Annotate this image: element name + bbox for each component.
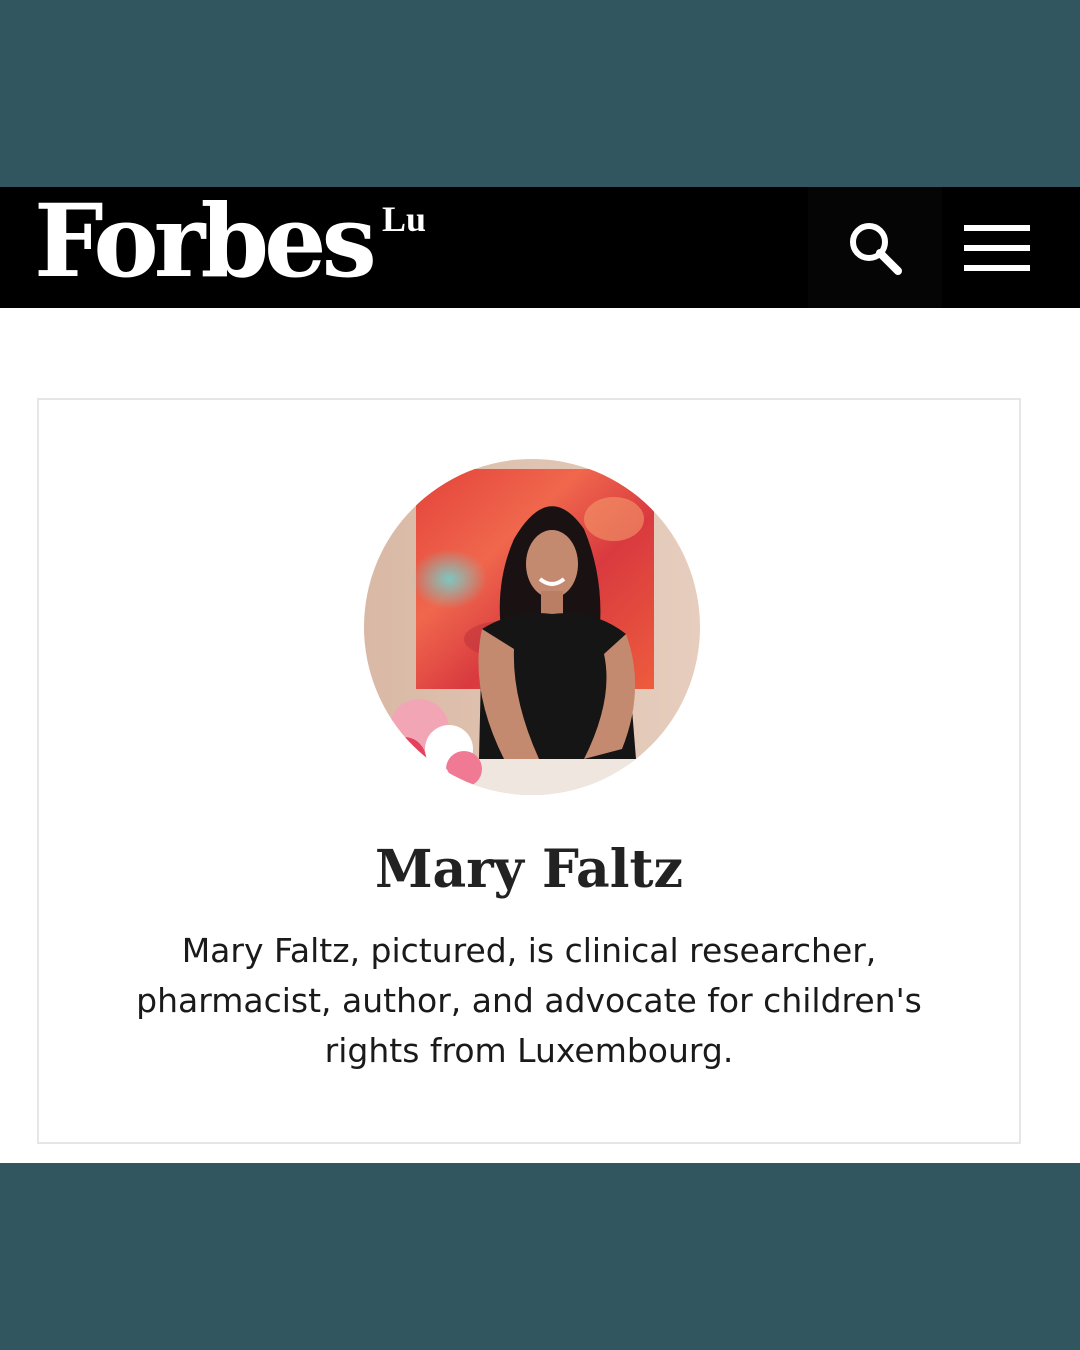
top-frame-band	[0, 0, 1080, 187]
bottom-frame-band	[0, 1163, 1080, 1350]
profile-caption: Mary Faltz, pictured, is clinical resear…	[136, 931, 922, 1070]
site-header: Forbes Lu	[0, 187, 1080, 308]
profile-photo	[364, 459, 700, 795]
profile-name: Mary Faltz	[374, 839, 684, 900]
hamburger-menu-icon	[964, 224, 1030, 271]
search-button[interactable]	[808, 187, 942, 308]
profile-card: Mary Faltz Mary Faltz, pictured, is clin…	[37, 398, 1021, 1144]
edition-label: Lu	[382, 199, 427, 239]
page: Forbes Lu Mary Faltz Mary Faltz, picture…	[0, 187, 1080, 1163]
menu-button[interactable]	[942, 187, 1052, 308]
forbes-logo[interactable]: Forbes	[34, 191, 377, 291]
search-icon	[850, 222, 902, 275]
avatar	[364, 459, 700, 795]
